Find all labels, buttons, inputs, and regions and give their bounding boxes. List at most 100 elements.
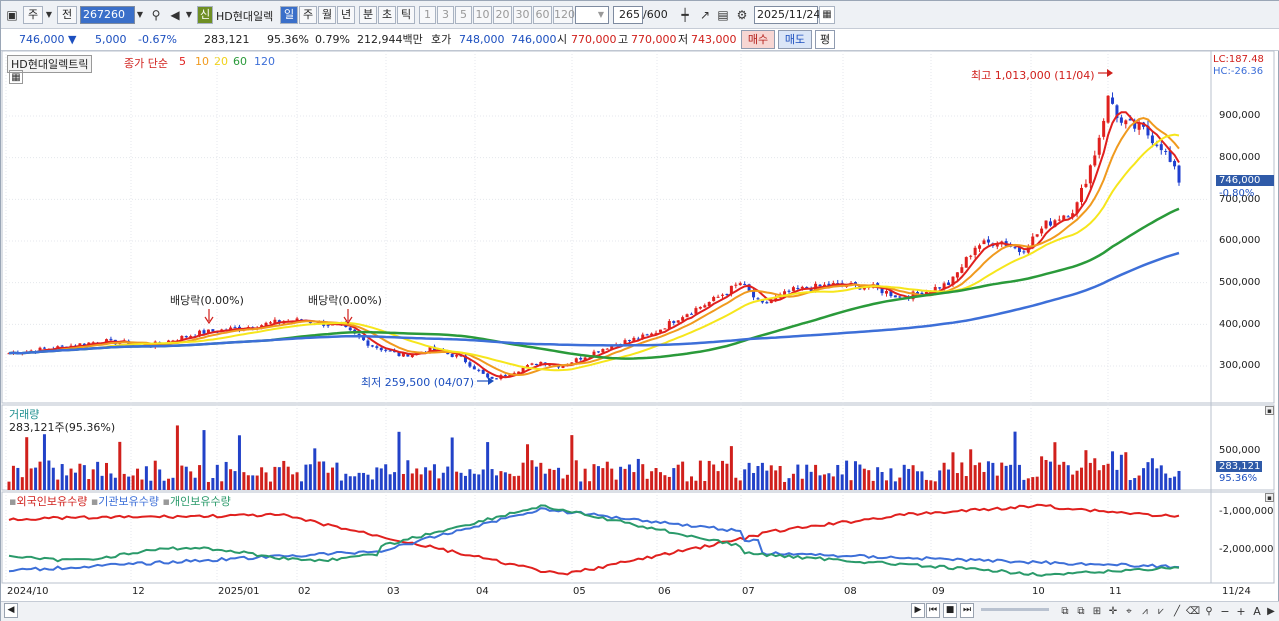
volume-bar (468, 469, 472, 490)
holding-close-icon[interactable]: ▪ (1265, 493, 1274, 502)
volume-bar (300, 481, 303, 490)
candle-body (743, 283, 747, 285)
magnify-icon[interactable]: ⚲ (1201, 603, 1217, 621)
dividend-note-2: 배당락(0.00%) (308, 294, 382, 307)
scroll-right-icon[interactable]: ▶ (911, 603, 925, 618)
volume-bar (933, 481, 937, 490)
volume-bar (982, 471, 986, 490)
volume-bar (331, 467, 335, 490)
candle-body (1097, 137, 1101, 155)
volume-bar (366, 474, 370, 490)
volume-bar (198, 465, 202, 490)
volume-bar (1035, 476, 1039, 490)
volume-bar (774, 470, 778, 490)
volume-bar (707, 460, 711, 490)
dividend-arrow-2 (343, 309, 353, 325)
candle-body (734, 284, 738, 286)
line-icon[interactable]: ╱ (1169, 603, 1185, 621)
x-axis-label: 12 (132, 586, 145, 597)
volume-bar (862, 468, 866, 490)
volume-bar (619, 466, 623, 490)
first-page-icon[interactable]: ⏮ (926, 603, 940, 618)
volume-bar (42, 434, 46, 490)
candle-body (450, 353, 454, 357)
volume-bar (100, 475, 104, 490)
volume-bar (973, 465, 977, 490)
volume-bar (783, 481, 787, 490)
volume-bar (291, 474, 295, 490)
chart-window: ▣ 주 ▼ 전 267260 ▼ ⚲ ◀ ▼ 신 HD현대일렉 일 주 월 년 … (0, 0, 1279, 621)
volume-bar (149, 480, 153, 490)
high-note: 최고 1,013,000 (11/04) (971, 69, 1095, 82)
crosshair-icon[interactable]: ✛ (1105, 603, 1121, 621)
volume-bar (543, 473, 547, 490)
layout-split-icon[interactable]: ⧉ (1073, 603, 1089, 621)
volume-bar (955, 473, 959, 490)
volume-bar (1066, 465, 1070, 490)
grid-icon[interactable]: ⊞ (1089, 603, 1105, 621)
volume-bar (920, 471, 924, 490)
volume-bar (1168, 477, 1172, 490)
volume-bar (313, 448, 317, 490)
volume-bar (357, 472, 361, 490)
candle-body (1093, 155, 1097, 166)
volume-bar (942, 462, 946, 490)
volume-bar (229, 469, 233, 490)
volume-bar (690, 476, 693, 490)
volume-bar (809, 471, 813, 490)
candle-body (472, 366, 476, 370)
holding-y-tick-2: -2,000,000 (1219, 544, 1274, 555)
volume-bar (552, 469, 556, 490)
last-page-icon[interactable]: ⏭ (960, 603, 974, 618)
volume-bar (47, 460, 51, 490)
measure-icon[interactable]: ⌖ (1121, 603, 1137, 621)
ma-line-20 (8, 133, 1180, 372)
volume-bar (734, 477, 738, 490)
volume-bar (601, 468, 605, 490)
candle-body (986, 239, 990, 243)
volume-bar (991, 462, 995, 490)
x-axis-label: 10 (1032, 586, 1045, 597)
pattern-icon[interactable]: ⩗ (1153, 603, 1169, 621)
volume-bar (676, 464, 680, 490)
volume-bar (1142, 468, 1146, 490)
volume-bar (667, 476, 671, 490)
volume-bar (255, 475, 259, 490)
volume-bar (11, 465, 15, 490)
scroll-left-icon[interactable]: ◀ (4, 603, 18, 618)
volume-bar (348, 476, 352, 490)
volume-bar (419, 474, 423, 490)
candle-body (503, 375, 507, 377)
zoom-out-icon[interactable]: − (1217, 603, 1233, 621)
volume-bar (685, 481, 689, 490)
volume-bar (614, 479, 618, 490)
zoom-slider[interactable] (981, 608, 1049, 611)
volume-bar (428, 470, 432, 490)
candle-body (712, 297, 716, 302)
volume-bar (251, 475, 255, 490)
volume-bar (1062, 461, 1066, 490)
volume-bar (1093, 458, 1097, 490)
volume-bar (1088, 462, 1092, 490)
candle-body (1164, 150, 1168, 152)
volume-bar (344, 473, 348, 490)
volume-bar (565, 474, 569, 490)
volume-bar (424, 467, 428, 490)
zoom-in-icon[interactable]: + (1233, 603, 1249, 621)
volume-bar (127, 476, 131, 490)
volume-bar (1017, 464, 1021, 490)
stop-icon[interactable]: ■ (943, 603, 957, 618)
volume-bar (885, 480, 888, 490)
trend-icon[interactable]: ⩘ (1137, 603, 1153, 621)
volume-bar (237, 435, 241, 490)
volume-bar (180, 465, 184, 490)
volume-close-icon[interactable]: ▪ (1265, 406, 1274, 415)
volume-bar (437, 478, 441, 490)
price-panel-frame (1, 50, 1275, 404)
candle-body (530, 363, 534, 365)
volume-bar (964, 476, 968, 490)
scroll-end-icon[interactable]: ▶ (1263, 603, 1279, 621)
copy-icon[interactable]: ⧉ (1057, 603, 1073, 621)
volume-bar (822, 474, 826, 490)
erase-icon[interactable]: ⌫ (1185, 603, 1201, 621)
